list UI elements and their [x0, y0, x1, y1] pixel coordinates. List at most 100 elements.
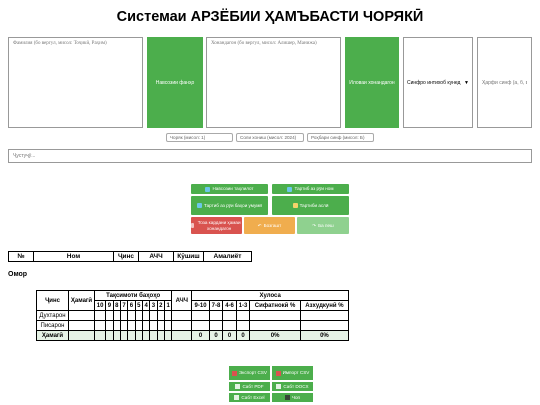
- grade-col-8: 8: [112, 300, 121, 311]
- sort-icon: [287, 186, 293, 192]
- quality-header: Сифатнокӣ %: [249, 300, 301, 311]
- save-docx-button[interactable]: Сабт DOCX: [272, 382, 313, 391]
- add-names-button[interactable]: Навсозии фанҳо: [147, 37, 203, 128]
- printer-icon: [284, 395, 290, 400]
- docx-icon: [276, 384, 282, 389]
- total-quality: 0%: [249, 330, 301, 341]
- col-avg: АЧЧ: [138, 251, 174, 262]
- import-csv-label: Импорт CSV: [282, 370, 310, 376]
- stats-gender-header: Ҷинс: [36, 290, 69, 311]
- total-success: 0%: [299, 330, 350, 341]
- redo-button[interactable]: ↷ Ба пеш: [297, 217, 349, 234]
- export-csv-button[interactable]: Экспорт CSV: [229, 366, 270, 380]
- quarter-placeholder: Чоряк (мисол: 1): [170, 135, 206, 140]
- sort-by-name-button[interactable]: Тартиб аз рӯи ном: [272, 184, 349, 194]
- chevron-down-icon: ▼: [464, 79, 469, 86]
- stats-grades-header: Тақсимоти баҳоҳо: [93, 290, 173, 301]
- range-col-4-6: 4-6: [222, 300, 237, 311]
- undo-label: Бозгашт: [263, 222, 282, 228]
- pdf-icon: [235, 384, 241, 389]
- students-textarea[interactable]: Хонандагон (бо вергул, мисол: Алишер, Ма…: [206, 37, 341, 128]
- add-students-button[interactable]: Иловаи хонандагон: [345, 37, 399, 128]
- students-table-header: № Ном Ҷинс АЧЧ Кӯшиш Амалиёт: [8, 251, 252, 262]
- update-analysis-button[interactable]: Навсозии таҳлилот: [191, 184, 268, 194]
- total-range-1-3: 0: [235, 330, 251, 341]
- original-order-label: Тартиби аслӣ: [299, 202, 329, 208]
- grade-col-4: 4: [141, 300, 151, 311]
- chart-icon: [197, 203, 203, 208]
- stats-table: Ҷинс Ҳамагӣ Тақсимоти баҳоҳо АЧЧ Хулоса …: [36, 290, 350, 341]
- stats-avg-header: АЧЧ: [171, 290, 193, 311]
- trash-icon: [191, 223, 195, 228]
- names-textarea[interactable]: Фамилия (бо вергул, мисол: Тоҷикӣ, Раҳим…: [8, 37, 143, 128]
- grade-col-5: 5: [134, 300, 143, 311]
- export-icon: [232, 370, 237, 376]
- year-placeholder: Соли хониш (мисол: 2024): [240, 135, 297, 140]
- class-select[interactable]: Синфро интихоб кунед ▼: [403, 37, 473, 128]
- print-button[interactable]: Чоп: [272, 393, 313, 402]
- print-label: Чоп: [291, 394, 301, 400]
- year-input[interactable]: Соли хониш (мисол: 2024): [236, 133, 304, 142]
- undo-icon: ↶: [257, 222, 262, 228]
- save-pdf-label: Сабт PDF: [242, 383, 264, 389]
- letter-input[interactable]: Ҳарфи синф (а, б, в): [477, 37, 532, 128]
- stats-total-header: Ҳамагӣ: [68, 290, 95, 311]
- col-number: №: [8, 251, 34, 262]
- undo-button[interactable]: ↶ Бозгашт: [244, 217, 295, 234]
- range-col-1-3: 1-3: [235, 300, 251, 311]
- col-name: Ном: [33, 251, 114, 262]
- teacher-input[interactable]: Роҳбари синф (мисол: Б): [307, 133, 374, 142]
- page-title: Системаи АРЗЁБИИ ҲАМЪБАСТИ ЧОРЯКӢ: [116, 9, 424, 25]
- save-excel-button[interactable]: Сабт Excel: [229, 393, 270, 402]
- export-csv-label: Экспорт CSV: [239, 370, 267, 376]
- stats-row-girls: Духтарон: [36, 310, 350, 321]
- grade-col-3: 3: [149, 300, 158, 311]
- grade-col-2: 2: [156, 300, 166, 311]
- save-excel-label: Сабт Excel: [241, 394, 265, 400]
- grade-col-9: 9: [105, 300, 114, 311]
- stats-title: Омор: [8, 271, 28, 278]
- refresh-icon: [205, 186, 211, 192]
- folder-icon: [292, 203, 298, 208]
- import-icon: [275, 370, 281, 376]
- sort-by-name-label: Тартиб аз рӯи ном: [294, 186, 334, 192]
- update-analysis-label: Навсозии таҳлилот: [212, 186, 254, 192]
- col-attempt: Кӯшиш: [173, 251, 204, 262]
- stats-row-label: Духтарон: [36, 310, 69, 321]
- success-header: Азхудкунӣ %: [299, 300, 350, 311]
- grade-col-7: 7: [119, 300, 129, 311]
- stats-row-boys: Писарон: [36, 320, 350, 331]
- action-panel: Навсозии таҳлилот Тартиб аз рӯи ном Тарт…: [191, 184, 349, 234]
- grade-col-10: 10: [93, 300, 107, 311]
- clear-all-button[interactable]: Тоза кардани ҳамаи хонандагон: [191, 217, 242, 234]
- total-range-9-10: 0: [191, 330, 210, 341]
- col-actions: Амалиёт: [203, 251, 252, 262]
- search-placeholder: Ҷустуҷӯ...: [13, 153, 36, 159]
- search-input[interactable]: Ҷустуҷӯ...: [8, 149, 532, 163]
- range-col-7-8: 7-8: [208, 300, 224, 311]
- col-gender: Ҷинс: [113, 251, 139, 262]
- sort-by-grade-button[interactable]: Тартиб аз рӯи баҳои умумӣ: [191, 196, 268, 215]
- original-order-button[interactable]: Тартиби аслӣ: [272, 196, 349, 215]
- range-col-9-10: 9-10: [191, 300, 210, 311]
- letter-placeholder: Ҳарфи синф (а, б, в): [482, 79, 527, 86]
- redo-label: Ба пеш: [318, 222, 334, 228]
- grade-col-1: 1: [163, 300, 173, 311]
- stats-result-header: Хулоса: [191, 290, 349, 301]
- stats-row-total: Ҳамагӣ 0 0 0 0 0% 0%: [36, 330, 350, 341]
- total-range-7-8: 0: [208, 330, 224, 341]
- stats-row-label: Писарон: [36, 320, 69, 331]
- sort-by-grade-label: Тартиб аз рӯи баҳои умумӣ: [204, 202, 262, 208]
- teacher-placeholder: Роҳбари синф (мисол: Б): [311, 135, 365, 140]
- class-select-value: Синфро интихоб кунед: [407, 79, 461, 86]
- students-placeholder: Хонандагон (бо вергул, мисол: Алишер, Ма…: [211, 41, 317, 46]
- redo-icon: ↷: [312, 222, 317, 228]
- save-pdf-button[interactable]: Сабт PDF: [229, 382, 270, 391]
- excel-icon: [234, 395, 240, 400]
- grade-col-6: 6: [127, 300, 136, 311]
- names-placeholder: Фамилия (бо вергул, мисол: Тоҷикӣ, Раҳим…: [13, 41, 107, 46]
- save-docx-label: Сабт DOCX: [283, 383, 309, 389]
- clear-all-label: Тоза кардани ҳамаи хонандагон: [197, 220, 241, 231]
- quarter-input[interactable]: Чоряк (мисол: 1): [166, 133, 233, 142]
- import-csv-button[interactable]: Импорт CSV: [272, 366, 313, 380]
